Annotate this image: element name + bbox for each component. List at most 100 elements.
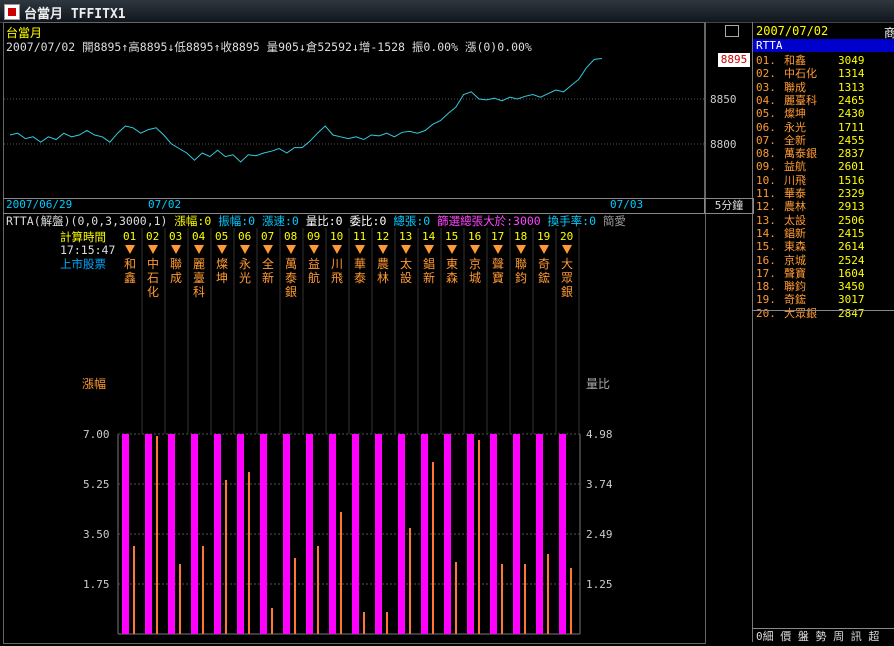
ranking-row[interactable]: 13. 太設 2506: [756, 214, 892, 227]
volume-ratio-bar: [225, 480, 227, 634]
gain-bar[interactable]: [329, 434, 336, 634]
ranking-row[interactable]: 10. 川飛 1516: [756, 174, 892, 187]
stock-name: 京城: [784, 253, 806, 267]
gain-bar[interactable]: [283, 434, 290, 634]
ranking-row[interactable]: 07. 全新 2455: [756, 134, 892, 147]
stock-name-char[interactable]: 聯: [515, 257, 527, 271]
period-button[interactable]: 5分鐘: [704, 198, 754, 214]
ranking-header: RTTA: [753, 39, 894, 52]
ranking-row[interactable]: 20. 大眾銀 2847: [756, 307, 892, 320]
ranking-row[interactable]: 08. 萬泰銀 2837: [756, 147, 892, 160]
stock-name-char[interactable]: 大: [561, 257, 573, 271]
stock-name-char[interactable]: 錩: [423, 256, 435, 271]
ranking-row[interactable]: 11. 華泰 2329: [756, 187, 892, 200]
stock-name-char[interactable]: 鈞: [515, 270, 527, 285]
stock-name-char[interactable]: 眾: [561, 271, 573, 285]
stock-name-char[interactable]: 飛: [331, 271, 343, 285]
gain-bar[interactable]: [490, 434, 497, 634]
gain-bar[interactable]: [398, 434, 405, 634]
stock-name-char[interactable]: 銀: [285, 285, 297, 299]
stock-name-char[interactable]: 臺: [193, 270, 205, 285]
stock-name-char[interactable]: 泰: [285, 271, 297, 285]
ranking-row[interactable]: 02. 中石化 1314: [756, 67, 892, 80]
gain-bar[interactable]: [375, 434, 382, 634]
stock-name-char[interactable]: 設: [400, 270, 412, 285]
stock-name-char[interactable]: 奇: [538, 257, 550, 271]
stock-name-char[interactable]: 新: [262, 270, 274, 285]
stock-name-char[interactable]: 農: [377, 257, 389, 271]
stock-name-char[interactable]: 麗: [193, 257, 205, 271]
rank: 02.: [756, 67, 776, 81]
ranking-row[interactable]: 19. 奇鋐 3017: [756, 293, 892, 306]
stock-name-char[interactable]: 永: [239, 257, 251, 271]
ranking-row[interactable]: 14. 錩新 2415: [756, 227, 892, 240]
stock-code: 2430: [838, 107, 865, 121]
stock-name-char[interactable]: 化: [147, 285, 159, 299]
stock-name-char[interactable]: 鑫: [124, 270, 136, 285]
ranking-row[interactable]: 04. 麗臺科 2465: [756, 94, 892, 107]
volume-ratio-bar: [271, 608, 273, 634]
ranking-row[interactable]: 15. 東森 2614: [756, 240, 892, 253]
gain-bar[interactable]: [536, 434, 543, 634]
gain-bar[interactable]: [559, 434, 566, 634]
stock-name: 中石化: [784, 67, 817, 81]
gain-bar[interactable]: [191, 434, 198, 634]
gain-bar[interactable]: [260, 434, 267, 634]
gain-bar[interactable]: [513, 434, 520, 634]
stock-name-char[interactable]: 寶: [492, 270, 504, 285]
maximize-icon[interactable]: [725, 25, 739, 37]
right-tick-label: 2.49: [586, 528, 613, 541]
stock-name-char[interactable]: 川: [331, 257, 343, 271]
stock-name-char[interactable]: 華: [354, 257, 366, 271]
stock-name-char[interactable]: 科: [193, 285, 205, 299]
stock-name-char[interactable]: 新: [423, 270, 435, 285]
ranking-row[interactable]: 16. 京城 2524: [756, 254, 892, 267]
stock-name-char[interactable]: 太: [400, 256, 412, 271]
stock-name-char[interactable]: 銀: [561, 285, 573, 299]
ranking-row[interactable]: 01. 和鑫 3049: [756, 54, 892, 67]
stock-name-char[interactable]: 林: [377, 271, 389, 285]
gain-bar[interactable]: [145, 434, 152, 634]
stock-name-char[interactable]: 燦: [216, 257, 228, 271]
window-title: 台當月 TFFITX1: [24, 7, 126, 22]
ranking-row[interactable]: 17. 聲寶 1604: [756, 267, 892, 280]
stock-name-char[interactable]: 和: [124, 257, 136, 271]
volume-ratio-bar: [202, 546, 204, 634]
stock-code: 2455: [838, 133, 865, 147]
rank-label: 19: [537, 230, 550, 243]
ranking-row[interactable]: 05. 燦坤 2430: [756, 107, 892, 120]
ranking-row[interactable]: 03. 聯成 1313: [756, 81, 892, 94]
ranking-row[interactable]: 12. 農林 2913: [756, 200, 892, 213]
gain-bar[interactable]: [237, 434, 244, 634]
stock-name-char[interactable]: 鋐: [538, 270, 550, 285]
stock-name-char[interactable]: 坤: [216, 270, 228, 285]
stock-name-char[interactable]: 成: [170, 271, 182, 285]
gain-bar[interactable]: [421, 434, 428, 634]
stock-name-char[interactable]: 城: [469, 271, 481, 285]
gain-bar[interactable]: [306, 434, 313, 634]
rank: 10.: [756, 173, 776, 187]
bottom-tabs[interactable]: 0細 價 盤 勢 周 訊 超: [752, 628, 894, 646]
gain-bar[interactable]: [352, 434, 359, 634]
stock-name-char[interactable]: 東: [446, 257, 458, 271]
stock-name-char[interactable]: 石: [147, 271, 159, 285]
gain-bar[interactable]: [122, 434, 129, 634]
ranking-row[interactable]: 18. 聯鈞 3450: [756, 280, 892, 293]
stock-name-char[interactable]: 萬: [285, 257, 297, 271]
gain-bar[interactable]: [168, 434, 175, 634]
ranking-row[interactable]: 06. 永光 1711: [756, 121, 892, 134]
stock-name-char[interactable]: 全: [262, 256, 274, 271]
stock-name-char[interactable]: 森: [446, 270, 458, 285]
ranking-row[interactable]: 09. 益航 2601: [756, 160, 892, 173]
gain-bar[interactable]: [214, 434, 221, 634]
stock-name-char[interactable]: 聲: [492, 256, 504, 271]
gain-bar[interactable]: [467, 434, 474, 634]
stock-name-char[interactable]: 京: [469, 257, 481, 271]
stock-name-char[interactable]: 光: [239, 271, 251, 285]
gain-bar[interactable]: [444, 434, 451, 634]
stock-name-char[interactable]: 航: [308, 270, 320, 285]
stock-name-char[interactable]: 泰: [354, 271, 366, 285]
stock-name-char[interactable]: 聯: [170, 257, 182, 271]
stock-name-char[interactable]: 中: [147, 256, 159, 271]
stock-name-char[interactable]: 益: [308, 257, 320, 271]
